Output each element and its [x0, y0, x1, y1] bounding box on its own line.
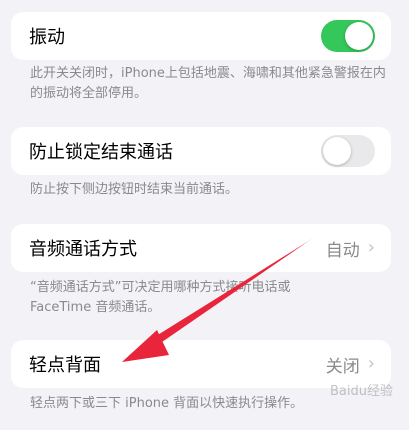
prevent-lock-note: 防止按下侧边按钮时结束当前通话。: [30, 182, 239, 197]
audio-routing-note: “音频通话方式”可决定用哪种方式接听电话或 FaceTime 音频通话。: [30, 278, 390, 318]
chevron-right-icon: ›: [367, 237, 375, 258]
audio-routing-label: 音频通话方式: [29, 239, 137, 260]
audio-routing-note-line1: “音频通话方式”可决定用哪种方式接听电话或: [30, 280, 291, 295]
prevent-lock-row: 防止锁定结束通话: [11, 127, 391, 175]
prevent-lock-toggle[interactable]: [321, 135, 375, 167]
audio-routing-value: 自动: [325, 240, 360, 261]
back-tap-label: 轻点背面: [29, 355, 101, 376]
back-tap-value: 关闭: [325, 356, 360, 377]
audio-routing-note-line2: FaceTime 音频通话。: [30, 300, 161, 315]
chevron-right-icon: ›: [367, 353, 375, 374]
prevent-lock-label: 防止锁定结束通话: [29, 142, 173, 163]
watermark: Baidu经验: [330, 384, 393, 399]
vibration-toggle[interactable]: [321, 20, 375, 52]
audio-routing-row[interactable]: 音频通话方式 自动 ›: [11, 224, 391, 272]
vibration-label: 振动: [29, 27, 65, 48]
vibration-note: 此开关关闭时，iPhone上包括地震、海啸和其他紧急警报在内的振动将全部停用。: [30, 66, 386, 101]
vibration-row: 振动: [11, 12, 391, 60]
toggle-knob: [345, 22, 373, 50]
toggle-knob: [323, 137, 351, 165]
